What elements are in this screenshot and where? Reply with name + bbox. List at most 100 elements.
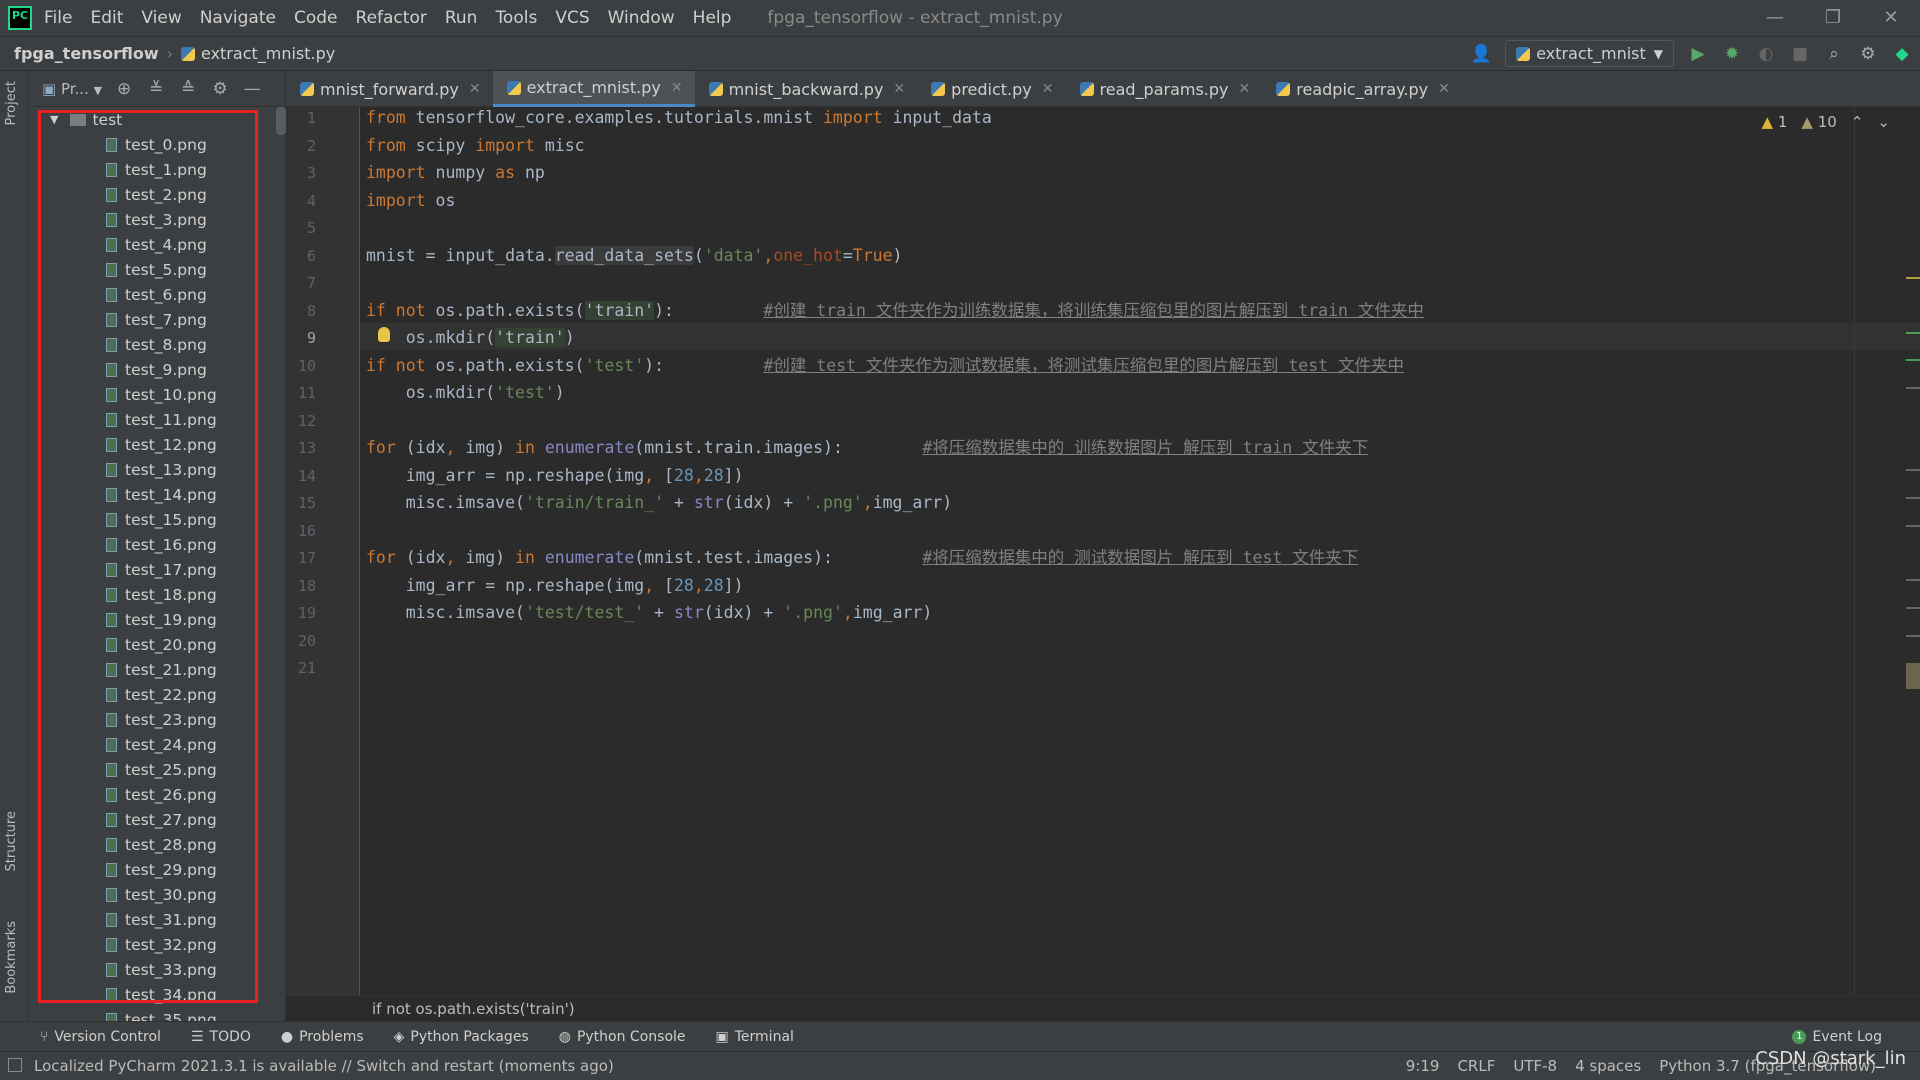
editor-scrollbar-thumb[interactable]	[1906, 663, 1920, 689]
error-stripe-mark[interactable]	[1906, 277, 1920, 279]
breadcrumb-file[interactable]: extract_mnist.py	[201, 44, 335, 63]
menu-code[interactable]: Code	[294, 8, 338, 28]
file-item[interactable]: test_10.png	[28, 382, 286, 407]
user-icon[interactable]: 👤	[1471, 44, 1492, 64]
collapse-all-icon[interactable]: ≙	[178, 79, 198, 99]
close-tab-icon[interactable]: ✕	[1239, 81, 1251, 97]
file-item[interactable]: test_31.png	[28, 907, 286, 932]
tab-predict[interactable]: predict.py ✕	[917, 71, 1065, 107]
file-item[interactable]: test_18.png	[28, 582, 286, 607]
file-item[interactable]: test_30.png	[28, 882, 286, 907]
file-item[interactable]: test_8.png	[28, 332, 286, 357]
file-item[interactable]: test_25.png	[28, 757, 286, 782]
toolwindow-version-control[interactable]: ⑂ Version Control	[40, 1029, 161, 1045]
locate-icon[interactable]: ⊕	[114, 79, 134, 99]
close-tab-icon[interactable]: ✕	[469, 81, 481, 97]
file-item[interactable]: test_13.png	[28, 457, 286, 482]
code-breadcrumb[interactable]: if not os.path.exists('train')	[286, 995, 1920, 1021]
bookmarks-tool-tab[interactable]: Bookmarks	[4, 921, 19, 994]
file-item[interactable]: test_14.png	[28, 482, 286, 507]
search-icon[interactable]: ⌕	[1824, 44, 1844, 64]
file-item[interactable]: test_28.png	[28, 832, 286, 857]
file-item[interactable]: test_4.png	[28, 232, 286, 257]
chevron-down-icon[interactable]: ⌄	[1877, 113, 1890, 131]
file-item[interactable]: test_5.png	[28, 257, 286, 282]
project-view-selector[interactable]: ▣ Pr... ▼	[42, 80, 102, 98]
breadcrumb-project[interactable]: fpga_tensorflow	[14, 44, 159, 63]
file-item[interactable]: test_19.png	[28, 607, 286, 632]
chevron-up-icon[interactable]: ⌃	[1851, 113, 1864, 131]
error-stripe-mark[interactable]	[1906, 497, 1920, 499]
menu-tools[interactable]: Tools	[495, 8, 537, 28]
file-item[interactable]: test_29.png	[28, 857, 286, 882]
file-item[interactable]: test_16.png	[28, 532, 286, 557]
toolwindow-python-packages[interactable]: ◈ Python Packages	[394, 1029, 529, 1045]
status-message[interactable]: Localized PyCharm 2021.3.1 is available …	[34, 1057, 614, 1075]
menu-view[interactable]: View	[141, 8, 181, 28]
error-stripe-mark[interactable]	[1906, 635, 1920, 637]
expand-all-icon[interactable]: ≚	[146, 79, 166, 99]
error-stripe-mark[interactable]	[1906, 332, 1920, 334]
menu-help[interactable]: Help	[693, 8, 732, 28]
event-log-button[interactable]: 1 Event Log	[1792, 1029, 1882, 1045]
restore-icon[interactable]: ❐	[1804, 0, 1862, 36]
file-item[interactable]: test_0.png	[28, 132, 286, 157]
caret-position[interactable]: 9:19	[1406, 1057, 1440, 1075]
file-item[interactable]: test_34.png	[28, 982, 286, 1007]
file-item[interactable]: test_1.png	[28, 157, 286, 182]
minimize-icon[interactable]: —	[1746, 0, 1804, 36]
error-stripe-mark[interactable]	[1906, 525, 1920, 527]
tab-read-params[interactable]: read_params.py ✕	[1066, 71, 1263, 107]
file-item[interactable]: test_33.png	[28, 957, 286, 982]
menu-refactor[interactable]: Refactor	[356, 8, 427, 28]
warning-count[interactable]: ▲ 1	[1762, 113, 1788, 131]
file-item[interactable]: test_6.png	[28, 282, 286, 307]
menu-file[interactable]: File	[44, 8, 72, 28]
close-icon[interactable]: ✕	[1862, 0, 1920, 36]
inspection-widget[interactable]: ▲ 1 ▲ 10 ⌃ ⌄	[1762, 113, 1890, 131]
file-item[interactable]: test_23.png	[28, 707, 286, 732]
close-tab-icon[interactable]: ✕	[893, 81, 905, 97]
file-item[interactable]: test_24.png	[28, 732, 286, 757]
file-item[interactable]: test_12.png	[28, 432, 286, 457]
toolwindow-terminal[interactable]: ▣ Terminal	[716, 1029, 794, 1045]
error-stripe-mark[interactable]	[1906, 579, 1920, 581]
intention-bulb-icon[interactable]	[378, 327, 390, 342]
menu-run[interactable]: Run	[445, 8, 478, 28]
file-item[interactable]: test_27.png	[28, 807, 286, 832]
file-item[interactable]: test_11.png	[28, 407, 286, 432]
file-item[interactable]: test_32.png	[28, 932, 286, 957]
gear-icon[interactable]: ⚙	[210, 79, 230, 99]
run-icon[interactable]: ▶	[1688, 44, 1708, 64]
file-item[interactable]: test_2.png	[28, 182, 286, 207]
coverage-icon[interactable]: ◐	[1756, 44, 1776, 64]
weak-warning-count[interactable]: ▲ 10	[1801, 113, 1836, 131]
file-item[interactable]: test_22.png	[28, 682, 286, 707]
file-item[interactable]: test_9.png	[28, 357, 286, 382]
chevron-down-icon[interactable]: ▼	[50, 113, 58, 126]
run-config-selector[interactable]: extract_mnist ▼	[1505, 40, 1674, 67]
menu-navigate[interactable]: Navigate	[200, 8, 276, 28]
error-stripe-mark[interactable]	[1906, 607, 1920, 609]
file-item[interactable]: test_26.png	[28, 782, 286, 807]
toolwindow-problems[interactable]: ● Problems	[281, 1029, 364, 1045]
close-tab-icon[interactable]: ✕	[1438, 81, 1450, 97]
menu-edit[interactable]: Edit	[90, 8, 123, 28]
file-item[interactable]: test_17.png	[28, 557, 286, 582]
error-stripe-mark[interactable]	[1906, 387, 1920, 389]
toolwindow-python-console[interactable]: ◍ Python Console	[559, 1029, 686, 1045]
tab-readpic-array[interactable]: readpic_array.py ✕	[1262, 71, 1462, 107]
toolwindow-todo[interactable]: ☰ TODO	[191, 1029, 251, 1045]
file-item[interactable]: test_15.png	[28, 507, 286, 532]
close-tab-icon[interactable]: ✕	[671, 80, 683, 96]
error-stripe-mark[interactable]	[1906, 469, 1920, 471]
scrollbar-thumb[interactable]	[276, 107, 286, 135]
project-tool-tab[interactable]: Project	[4, 81, 19, 125]
panel-toggle-icon[interactable]	[8, 1058, 22, 1072]
structure-tool-tab[interactable]: Structure	[4, 811, 19, 871]
menu-vcs[interactable]: VCS	[555, 8, 589, 28]
tab-mnist-forward[interactable]: mnist_forward.py ✕	[286, 71, 493, 107]
jetbrains-icon[interactable]: ◆	[1892, 44, 1912, 64]
file-item[interactable]: test_20.png	[28, 632, 286, 657]
error-stripe-mark[interactable]	[1906, 359, 1920, 361]
